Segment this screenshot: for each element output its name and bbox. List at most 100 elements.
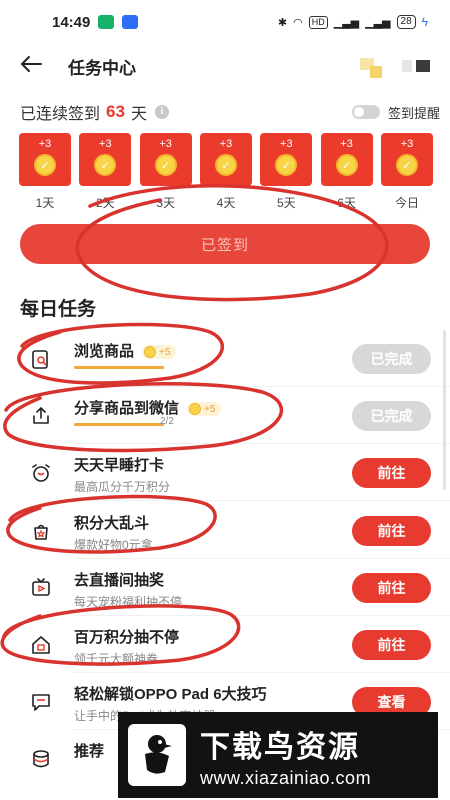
live-tv-icon — [30, 577, 52, 599]
checkin-days: +3 ✓ 1天 +3 ✓ 2天 +3 ✓ 3天 +3 ✓ 4天 +3 ✓ 5天 +3 ✓ 6天 +3 ✓ 今日 — [19, 133, 433, 213]
task-progress-text: 2/2 — [160, 416, 174, 427]
task-row: 分享商品到微信 +5 2/2 已完成 — [0, 387, 450, 444]
checkin-day-label: 3天 — [156, 196, 175, 210]
checkin-day-card: +3 ✓ — [139, 133, 192, 186]
task-go-button[interactable]: 前往 — [352, 630, 431, 660]
checkmark-coin-icon: ✓ — [34, 154, 56, 176]
checkin-day: +3 ✓ 4天 — [199, 133, 252, 213]
task-row: 浏览商品 +5 已完成 — [0, 330, 450, 387]
task-title: 积分大乱斗 — [74, 512, 149, 533]
checkin-day-label: 今日 — [394, 196, 419, 210]
translate-app-icon — [122, 15, 139, 29]
reminder-toggle[interactable] — [351, 105, 380, 119]
checkmark-coin-icon: ✓ — [214, 154, 237, 176]
task-row: 积分大乱斗 爆款好物0元拿 前往 — [0, 502, 450, 559]
coin-icon — [189, 403, 202, 416]
status-bar: 14:49 ✱ ◠ HD ▁▃▅ ▁▃▅ 28 ϟ — [0, 0, 450, 44]
task-title-text: 积分大乱斗 — [74, 515, 150, 532]
checkmark-coin-icon: ✓ — [395, 154, 418, 176]
task-go-button[interactable]: 前往 — [352, 573, 431, 603]
task-title: 去直播间抽奖 — [74, 569, 164, 590]
task-completed-button[interactable]: 已完成 — [352, 344, 431, 374]
status-indicators: ✱ ◠ HD ▁▃▅ ▁▃▅ 28 ϟ — [278, 15, 428, 29]
checkin-day-label: 6天 — [337, 196, 356, 210]
checkmark-coin-icon: ✓ — [275, 154, 298, 176]
checkin-day: +3 ✓ 3天 — [139, 133, 192, 213]
task-title: 百万积分抽不停 — [74, 626, 179, 647]
search-bag-icon — [30, 348, 52, 370]
task-title: 推荐 — [74, 740, 104, 761]
checkin-day-points: +3 — [38, 138, 52, 150]
task-title: 分享商品到微信 +5 — [74, 397, 222, 418]
task-title-text: 推荐 — [74, 743, 105, 760]
row-divider — [74, 500, 450, 501]
checkin-day-card: +3 ✓ — [199, 133, 252, 186]
checkin-day-points: +3 — [99, 138, 112, 150]
task-row: 百万积分抽不停 领千元大额神券 前往 — [0, 616, 450, 673]
gift-house-icon — [30, 634, 52, 656]
task-row: 天天早睡打卡 最高瓜分千万积分 前往 — [0, 444, 450, 501]
checkin-day-label: 4天 — [216, 196, 236, 210]
task-subtitle: 领千元大额神券 — [74, 652, 159, 666]
task-go-button[interactable]: 前往 — [352, 516, 431, 546]
checkin-day-points: +3 — [340, 138, 353, 150]
share-icon — [30, 405, 52, 427]
checkin-day: +3 ✓ 6天 — [320, 133, 373, 213]
watermark-banner: 下载鸟资源 www.xiazainiao.com — [118, 712, 438, 798]
checkin-reminder: 签到提醒 — [351, 103, 440, 122]
task-title-text: 浏览商品 — [74, 343, 135, 360]
task-title-text: 百万积分抽不停 — [74, 629, 180, 646]
task-subtitle: 每天宠粉福利抽不停 — [74, 595, 183, 609]
checkin-day-card: +3 ✓ — [260, 133, 313, 186]
star-bag-icon — [30, 520, 52, 542]
alarm-clock-icon — [30, 462, 52, 484]
charging-icon: ϟ — [421, 15, 428, 29]
checkmark-coin-icon: ✓ — [335, 154, 358, 176]
page-title: 任务中心 — [68, 58, 136, 78]
task-title: 轻松解锁OPPO Pad 6大技巧 — [74, 683, 267, 704]
checkin-day-points: +3 — [219, 138, 233, 150]
battery-icon: 28 — [396, 15, 416, 29]
checkin-day-card: +3 ✓ — [320, 133, 373, 186]
status-time: 14:49 — [52, 13, 91, 31]
task-subtitle: 最高瓜分千万积分 — [74, 480, 171, 494]
task-title-text: 轻松解锁OPPO Pad 6大技巧 — [74, 686, 267, 703]
checkin-day-card: +3 ✓ — [380, 133, 433, 186]
watermark-title: 下载鸟资源 — [200, 730, 360, 764]
task-progress-bar — [74, 423, 164, 426]
checkin-day-label: 1天 — [35, 196, 55, 210]
checkin-day-points: +3 — [280, 138, 293, 150]
daily-tasks-title: 每日任务 — [20, 299, 97, 320]
checkin-day-card: +3 ✓ — [19, 133, 71, 186]
wifi-icon: ◠ — [293, 16, 303, 29]
checkin-day: +3 ✓ 2天 — [79, 133, 132, 213]
checkin-day-label: 5天 — [276, 196, 296, 210]
blurred-header-graphic — [356, 54, 436, 78]
chat-bubble-icon — [30, 691, 52, 713]
checkin-day-points: +3 — [400, 138, 414, 150]
coin-stack-icon — [30, 748, 52, 770]
task-go-button[interactable]: 前往 — [352, 458, 431, 488]
signed-button[interactable]: 已签到 — [20, 224, 430, 264]
task-title-text: 天天早睡打卡 — [74, 457, 165, 474]
task-title: 天天早睡打卡 — [74, 454, 164, 475]
reward-badge: +5 — [142, 345, 177, 360]
checkmark-coin-icon: ✓ — [154, 154, 177, 176]
checkin-day-points: +3 — [159, 138, 172, 150]
scrollbar[interactable] — [443, 330, 446, 490]
task-row: 去直播间抽奖每天宠粉福利抽不停 前往 — [0, 559, 450, 616]
checkin-day-card: +3 ✓ — [79, 133, 132, 186]
info-icon[interactable]: i — [154, 105, 169, 119]
task-completed-button[interactable]: 已完成 — [352, 401, 431, 431]
app-header: 任务中心 — [0, 44, 450, 88]
streak-days: 63 — [106, 102, 125, 121]
reward-points: +5 — [204, 403, 216, 415]
checkin-streak: 已连续签到 63 天 i 签到提醒 — [20, 100, 440, 124]
arrow-left-icon[interactable] — [20, 52, 50, 80]
reward-badge: +5 — [187, 402, 222, 417]
bird-logo-icon — [128, 724, 186, 786]
task-progress-bar — [74, 366, 164, 369]
wechat-icon — [98, 15, 115, 29]
checkmark-coin-icon: ✓ — [94, 154, 117, 176]
task-title-text: 分享商品到微信 — [74, 400, 180, 417]
